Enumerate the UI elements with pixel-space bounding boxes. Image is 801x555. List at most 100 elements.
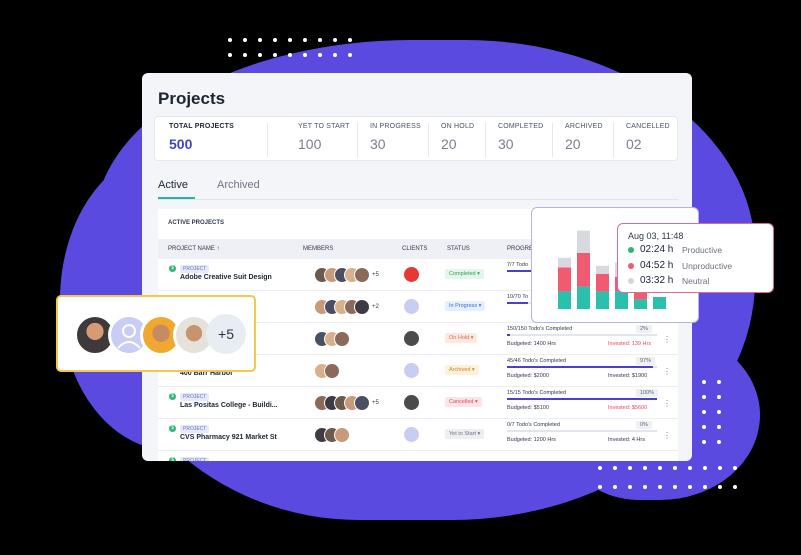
stat-total-projects[interactable]: TOTAL PROJECTS 500 <box>169 123 234 152</box>
client-avatar[interactable] <box>404 427 419 442</box>
bar-unproductive-3[interactable] <box>596 273 609 292</box>
dot-pattern-right <box>702 380 721 444</box>
progress-fill <box>507 398 657 400</box>
bar-unproductive-1[interactable] <box>558 267 571 292</box>
budget-text: Budgeted: 1400 Hrs <box>507 341 556 347</box>
progress-bar <box>507 366 657 368</box>
invested-text: Invested: $1900 <box>608 373 648 379</box>
dot-pattern-bottom <box>598 466 737 489</box>
project-tag: PROJECT <box>180 265 210 273</box>
project-name[interactable]: Las Positas College - Buildi... <box>180 402 278 409</box>
row-menu-icon[interactable]: ⋮ <box>663 367 671 376</box>
stat-yet-to-start[interactable]: YET TO START 100 <box>298 123 350 152</box>
page-title: Projects <box>158 89 226 108</box>
bar-productive-4[interactable] <box>615 291 628 309</box>
status-dropdown[interactable]: On Hold ▾ <box>445 333 478 343</box>
more-members-count[interactable]: +5 <box>206 314 246 354</box>
members-more-count: +5 <box>372 272 379 278</box>
progress-text: 10/70 To <box>507 294 529 300</box>
client-avatar[interactable] <box>404 363 419 378</box>
tab-active-indicator <box>158 197 195 199</box>
project-tag: PROJECT <box>180 393 210 401</box>
table-row[interactable]: $ PROJECT Las Positas College - Buildi... +… <box>158 387 678 419</box>
budget-text: Budgeted: $5100 <box>507 405 549 411</box>
tooltip-date: Aug 03, 11:48 <box>628 231 684 241</box>
row-menu-icon[interactable]: ⋮ <box>663 335 671 344</box>
client-avatar[interactable] <box>404 299 419 314</box>
row-menu-icon[interactable]: ⋮ <box>663 399 671 408</box>
invested-text: Invested: 4 Hrs <box>608 437 645 443</box>
members-more-count: +5 <box>372 400 379 406</box>
project-name[interactable]: Adobe Creative Suit Design <box>180 274 272 281</box>
chart-tooltip: Aug 03, 11:48 02:24 h Productive 04:52 h… <box>617 223 774 293</box>
project-name[interactable]: CVS Pharmacy 921 Market St <box>180 434 277 441</box>
client-avatar[interactable] <box>404 267 419 282</box>
header-status: STATUS <box>447 246 470 252</box>
progress-text: 0/7 Todo's Completed <box>507 422 560 428</box>
status-dropdown[interactable]: Archived ▾ <box>445 365 479 375</box>
progress-fill <box>507 334 510 336</box>
bar-productive-5[interactable] <box>634 299 647 309</box>
status-dropdown[interactable]: Completed ▾ <box>445 269 484 279</box>
status-dropdown[interactable]: Cancelled ▾ <box>445 397 482 407</box>
productive-dot-icon <box>628 247 634 253</box>
dot-pattern-top <box>228 38 352 57</box>
avatar <box>334 427 350 443</box>
stat-archived[interactable]: ARCHIVED 20 <box>565 123 603 152</box>
bar-productive-3[interactable] <box>596 291 609 309</box>
project-tag: PROJECT <box>180 425 210 433</box>
progress-percent: 100% <box>636 389 659 397</box>
avatar <box>354 395 370 411</box>
bar-productive-1[interactable] <box>558 291 571 309</box>
table-row[interactable]: $ PROJECT <box>158 451 678 461</box>
progress-bar <box>507 398 657 400</box>
budget-text: Budgeted: 1200 Hrs <box>507 437 556 443</box>
unproductive-dot-icon <box>628 263 634 269</box>
progress-text: 15/15 Todo's Completed <box>507 390 567 396</box>
bar-productive-2[interactable] <box>577 286 590 309</box>
billable-icon: $ <box>169 457 176 461</box>
client-avatar[interactable] <box>404 395 419 410</box>
bar-neutral-1[interactable] <box>558 257 571 268</box>
progress-text: 150/150 Todo's Completed <box>507 326 573 332</box>
client-avatar[interactable] <box>404 331 419 346</box>
progress-text: 45/46 Todo's Completed <box>507 358 567 364</box>
header-progress: PROGRE <box>507 246 534 252</box>
header-project-name[interactable]: PROJECT NAME ↑ <box>168 246 220 252</box>
table-row[interactable]: $ PROJECT CVS Pharmacy 921 Market St Yet to… <box>158 419 678 451</box>
budget-text: Budgeted: $2000 <box>507 373 549 379</box>
stat-on-hold[interactable]: ON HOLD 20 <box>441 123 474 152</box>
progress-percent: 97% <box>636 357 656 365</box>
invested-text: Invested: $5600 <box>608 405 648 411</box>
bar-unproductive-2[interactable] <box>577 253 590 287</box>
avatar <box>354 267 370 283</box>
avatar <box>334 331 350 347</box>
stat-cancelled[interactable]: CANCELLED 02 <box>626 123 670 152</box>
status-dropdown[interactable]: Yet to Start ▾ <box>445 429 485 439</box>
invested-text: Invested: 139 Hrs <box>608 341 652 347</box>
progress-percent: 2% <box>636 325 652 333</box>
billable-icon: $ <box>169 393 176 400</box>
members-highlight-card: +5 <box>56 295 256 372</box>
row-menu-icon[interactable]: ⋮ <box>663 431 671 440</box>
bar-productive-6[interactable] <box>653 297 666 309</box>
bar-neutral-2[interactable] <box>577 230 590 253</box>
tab-active[interactable]: Active <box>158 179 188 191</box>
table-caption: ACTIVE PROJECTS <box>168 220 225 226</box>
progress-fill <box>507 366 653 368</box>
progress-fill <box>507 302 528 304</box>
stat-in-progress[interactable]: IN PROGRESS 30 <box>370 123 421 152</box>
bar-neutral-3[interactable] <box>596 265 609 274</box>
progress-percent: 0% <box>636 421 652 429</box>
progress-bar <box>507 430 657 432</box>
tab-archived[interactable]: Archived <box>217 179 260 191</box>
stat-completed[interactable]: COMPLETED 30 <box>498 123 543 152</box>
members-more-count: +2 <box>372 304 379 310</box>
avatar <box>354 299 370 315</box>
billable-icon: $ <box>169 425 176 432</box>
project-stats-bar: TOTAL PROJECTS 500 YET TO START 100 IN P… <box>154 116 678 161</box>
billable-icon: $ <box>169 265 176 272</box>
header-members: MEMBERS <box>303 246 334 252</box>
status-dropdown[interactable]: In Progress ▾ <box>445 301 486 311</box>
project-tag: PROJECT <box>180 457 210 461</box>
